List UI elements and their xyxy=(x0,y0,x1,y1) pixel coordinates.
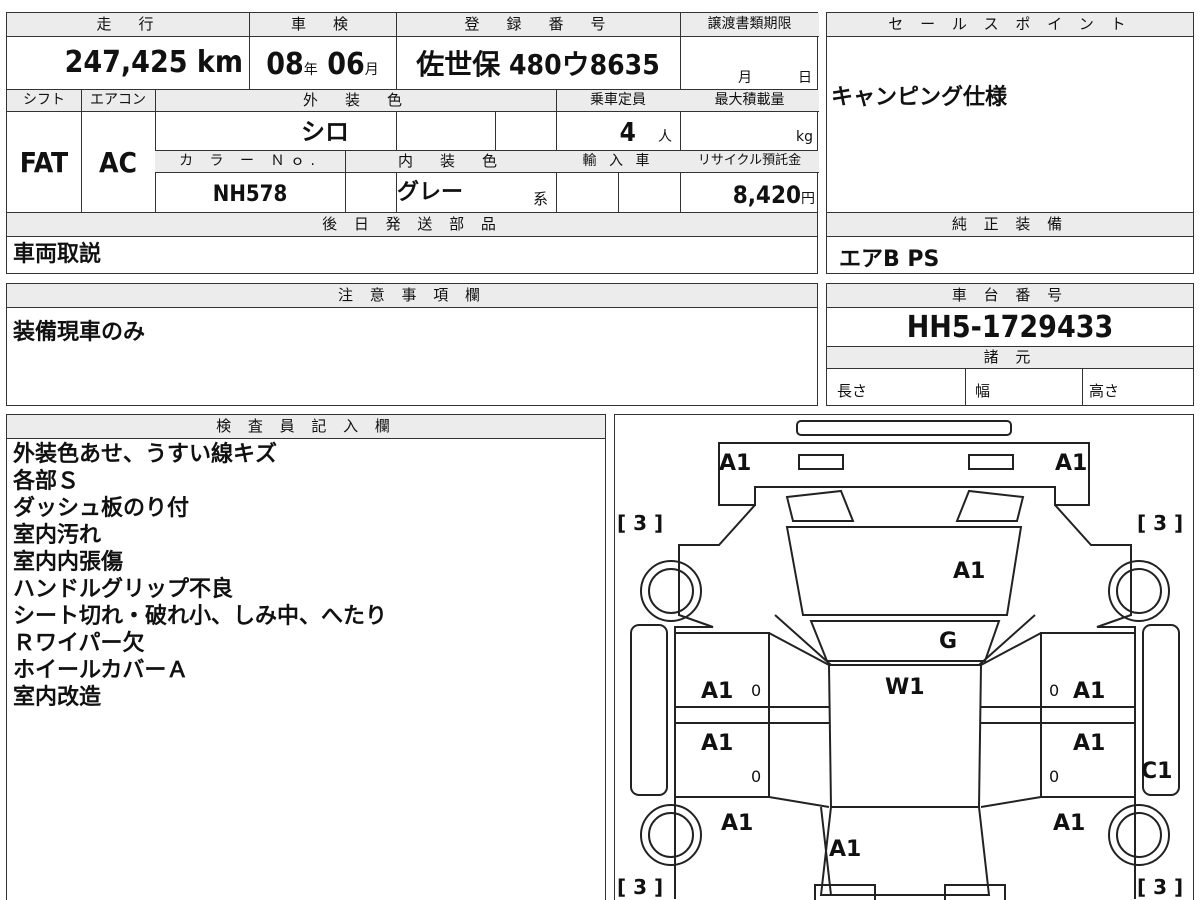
mileage-value-wrap: 247,425 km xyxy=(7,37,249,89)
mark-right-front-zero: 0 xyxy=(1049,681,1060,700)
mark-hood: A1 xyxy=(953,559,986,584)
mark-left-front-door: A1 xyxy=(701,679,734,704)
sales-point-value: キャンピング仕様 xyxy=(831,85,1008,110)
mark-left-rear-door: A1 xyxy=(701,731,734,756)
later-parts-value: 車両取説 xyxy=(13,242,102,267)
bracket-top-left: [ 3 ] xyxy=(617,511,664,535)
inspector-note: ダッシュ板のり付 xyxy=(13,496,190,521)
exterior-color-header: 外 装 色 xyxy=(155,90,556,112)
shaken-month: 06 xyxy=(327,47,365,82)
interior-suffix: 系 xyxy=(533,190,549,208)
recycle-value-wrap: 8,420円 xyxy=(680,173,819,213)
mark-right-rear-door: A1 xyxy=(1073,731,1106,756)
color-no-value: NH578 xyxy=(212,182,288,207)
capacity-value: 4 xyxy=(619,118,636,148)
genuine-equipment-header: 純 正 装 備 xyxy=(827,213,1193,237)
vehicle-info-table: 走 行 車 検 登 録 番 号 譲渡書類期限 247,425 km 08年 06… xyxy=(6,12,819,213)
bracket-bottom-right: [ 3 ] xyxy=(1137,875,1184,899)
mark-left-rear-zero: 0 xyxy=(751,767,762,786)
mark-right-rear: A1 xyxy=(1053,811,1086,836)
later-parts-box: 後 日 発 送 部 品 車両取説 xyxy=(6,212,818,274)
inspector-note: ホイールカバーＡ xyxy=(13,658,189,683)
reg-no-header: 登 録 番 号 xyxy=(396,13,680,37)
genuine-equipment-value: エアB PS xyxy=(839,247,940,272)
specs-header: 諸 元 xyxy=(827,347,1193,369)
shift-header: シフト xyxy=(7,90,81,112)
mark-left-rear: A1 xyxy=(721,811,754,836)
width-label: 幅 xyxy=(975,382,991,400)
inspector-header: 検 査 員 記 入 欄 xyxy=(7,415,605,439)
mileage-unit: km xyxy=(196,45,243,80)
car-diagram xyxy=(630,420,1180,900)
aircon-header: エアコン xyxy=(81,90,155,112)
notes-box: 注 意 事 項 欄 装備現車のみ xyxy=(6,283,818,406)
notes-value: 装備現車のみ xyxy=(13,320,146,345)
chassis-value: HH5-1729433 xyxy=(906,310,1114,345)
exterior-color-value: シロ xyxy=(301,118,349,146)
mark-rear: A1 xyxy=(829,837,862,862)
recycle-header: リサイクル預託金 xyxy=(680,151,819,173)
chassis-box: 車 台 番 号 HH5-1729433 諸 元 長さ 幅 高さ xyxy=(826,283,1194,406)
shaken-header: 車 検 xyxy=(249,13,396,37)
mileage-value: 247,425 xyxy=(64,45,188,80)
inspector-note: 室内改造 xyxy=(13,685,102,710)
deadline-month-unit: 月 xyxy=(738,70,752,86)
aircon-value: AC xyxy=(99,146,137,179)
color-no-header: カ ラ ー Ｎｏ. xyxy=(155,151,345,173)
notes-header: 注 意 事 項 欄 xyxy=(7,284,817,308)
inspector-note: ハンドルグリップ不良 xyxy=(13,577,234,602)
later-parts-header: 後 日 発 送 部 品 xyxy=(7,213,817,237)
mark-roof: W1 xyxy=(885,675,925,700)
shaken-year-unit: 年 xyxy=(303,62,318,78)
inspector-note: 外装色あせ、うすい線キズ xyxy=(13,442,278,467)
bracket-top-right: [ 3 ] xyxy=(1137,511,1184,535)
inspector-note: 室内汚れ xyxy=(13,523,102,548)
shaken-month-unit: 月 xyxy=(364,62,379,78)
inspector-note: 室内内張傷 xyxy=(13,550,124,575)
shaken-value-wrap: 08年 06月 xyxy=(249,37,396,89)
recycle-unit: 円 xyxy=(801,191,815,207)
mileage-header: 走 行 xyxy=(7,13,249,37)
inspector-note: 各部Ｓ xyxy=(13,469,80,494)
interior-color-header: 内 装 色 xyxy=(345,151,556,173)
interior-color-value: グレー xyxy=(396,180,463,205)
bracket-bottom-left: [ 3 ] xyxy=(617,875,664,899)
mark-right-rear-zero: 0 xyxy=(1049,767,1060,786)
height-label: 高さ xyxy=(1089,382,1120,400)
recycle-value: 8,420 xyxy=(732,181,801,209)
shift-value: FAT xyxy=(19,146,69,179)
mark-right-front-door: A1 xyxy=(1073,679,1106,704)
mark-right-step: C1 xyxy=(1141,759,1173,784)
doc-deadline-header: 譲渡書類期限 xyxy=(680,13,819,37)
capacity-unit: 人 xyxy=(658,129,672,145)
chassis-header: 車 台 番 号 xyxy=(827,284,1193,308)
shaken-year: 08 xyxy=(266,47,304,82)
mark-front-left: A1 xyxy=(719,451,752,476)
deadline-day-unit: 日 xyxy=(798,70,812,86)
genuine-equipment-box: 純 正 装 備 エアB PS xyxy=(826,212,1194,274)
max-load-unit: kg xyxy=(796,129,813,145)
max-load-header: 最大積載量 xyxy=(680,90,819,112)
mark-windshield: G xyxy=(939,629,958,654)
capacity-value-wrap: 4 人 xyxy=(556,112,680,150)
import-header: 輸 入 車 xyxy=(556,151,680,173)
doc-deadline-value: 月 日 xyxy=(680,37,819,89)
mark-front-right: A1 xyxy=(1055,451,1088,476)
inspector-note: Ｒワイパー欠 xyxy=(13,631,145,656)
inspector-note: シート切れ・破れ小、しみ中、へたり xyxy=(13,604,388,629)
capacity-header: 乗車定員 xyxy=(556,90,680,112)
mark-left-front-zero: 0 xyxy=(751,681,762,700)
reg-no-value: 佐世保 480ウ8635 xyxy=(416,48,660,81)
length-label: 長さ xyxy=(837,382,868,400)
inspector-box: 検 査 員 記 入 欄 外装色あせ、うすい線キズ 各部Ｓ ダッシュ板のり付 室内… xyxy=(6,414,606,900)
car-diagram-box: A1 A1 [ 3 ] [ 3 ] A1 G W1 A1 0 A1 0 A1 0… xyxy=(614,414,1194,900)
sales-point-box: セ ー ル ス ポ イ ン ト キャンピング仕様 xyxy=(826,12,1194,213)
sales-point-header: セ ー ル ス ポ イ ン ト xyxy=(827,13,1193,37)
inspector-notes-list: 外装色あせ、うすい線キズ 各部Ｓ ダッシュ板のり付 室内汚れ 室内内張傷 ハンド… xyxy=(13,441,387,711)
